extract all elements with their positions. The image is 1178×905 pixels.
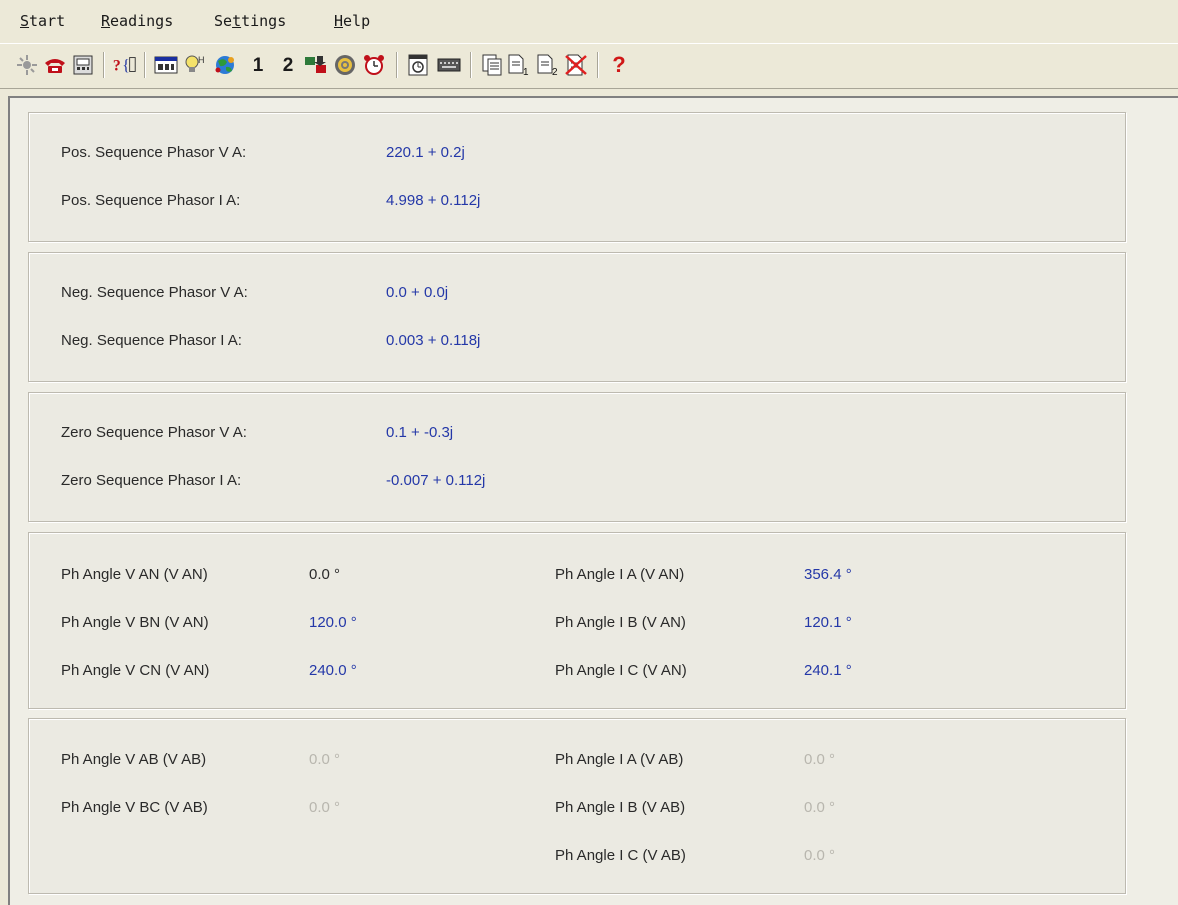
angle-v-bc-value: 0.0 ° <box>309 799 341 816</box>
menu-settings-label-a: Se <box>214 12 233 30</box>
svg-text:2: 2 <box>552 67 558 77</box>
toolbar-separator <box>470 52 472 78</box>
toolbar-separator <box>103 52 105 78</box>
toolbar-separator <box>597 52 599 78</box>
menu-settings[interactable]: Settings <box>214 12 286 30</box>
svg-text:H: H <box>198 55 205 65</box>
pos-seq-v-label: Pos. Sequence Phasor V A: <box>61 144 247 161</box>
angle-v-bc-label: Ph Angle V BC (V AB) <box>61 799 208 816</box>
menu-start[interactable]: Start <box>20 12 65 30</box>
angle-i-b-label: Ph Angle I B (V AN) <box>555 614 686 631</box>
help-icon-glyph: ? <box>612 52 626 77</box>
pos-seq-i-label: Pos. Sequence Phasor I A: <box>61 192 241 209</box>
angle-v-an-value: 0.0 ° <box>309 566 341 583</box>
menu-bar: Start Readings Settings Help <box>0 0 1178 40</box>
connect-icon[interactable] <box>14 52 40 78</box>
svg-text:1: 1 <box>523 67 529 77</box>
lightbulb-icon[interactable]: H <box>182 52 208 78</box>
zero-seq-i-label: Zero Sequence Phasor I A: <box>61 472 242 489</box>
menu-readings-mnemonic: R <box>101 12 111 30</box>
svg-text:?: ? <box>113 58 121 75</box>
neg-seq-i-value: 0.003 + 0.118j <box>386 332 481 349</box>
angle-i-c-value: 240.1 ° <box>804 662 852 679</box>
angle-v-cn-value: 240.0 ° <box>309 662 357 679</box>
readings-panel: Pos. Sequence Phasor V A: 220.1 + 0.2j P… <box>8 96 1178 905</box>
phase-angle-van-group: Ph Angle V AN (V AN) 0.0 ° Ph Angle I A … <box>28 532 1126 709</box>
menu-start-mnemonic: S <box>20 12 30 30</box>
number-1-icon[interactable]: 1 <box>245 52 271 78</box>
delete-icon[interactable] <box>563 52 589 78</box>
menu-help-mnemonic: H <box>334 12 344 30</box>
transfer-icon[interactable] <box>303 52 329 78</box>
zero-seq-v-label: Zero Sequence Phasor V A: <box>61 424 247 441</box>
neg-seq-v-label: Neg. Sequence Phasor V A: <box>61 284 248 301</box>
copy-icon[interactable] <box>479 52 505 78</box>
menu-settings-mnemonic: t <box>232 12 242 30</box>
angle-i-a-label: Ph Angle I A (V AN) <box>555 566 685 583</box>
angle-i-b-vab-value: 0.0 ° <box>804 799 836 816</box>
doc2-icon[interactable]: 2 <box>535 52 561 78</box>
target-icon[interactable] <box>332 52 358 78</box>
number-2-label: 2 <box>282 54 294 76</box>
display-icon[interactable] <box>153 52 179 78</box>
number-1-label: 1 <box>252 54 264 76</box>
phone-icon[interactable] <box>42 52 68 78</box>
angle-v-bn-label: Ph Angle V BN (V AN) <box>61 614 209 631</box>
toolbar-separator <box>144 52 146 78</box>
neg-sequence-group: Neg. Sequence Phasor V A: 0.0 + 0.0j Neg… <box>28 252 1126 382</box>
alarm-icon[interactable] <box>361 52 387 78</box>
angle-i-a-vab-value: 0.0 ° <box>804 751 836 768</box>
timer-icon[interactable] <box>405 52 431 78</box>
angle-v-cn-label: Ph Angle V CN (V AN) <box>61 662 210 679</box>
angle-v-an-label: Ph Angle V AN (V AN) <box>61 566 208 583</box>
angle-v-ab-label: Ph Angle V AB (V AB) <box>61 751 207 768</box>
pos-seq-v-value: 220.1 + 0.2j <box>386 144 465 161</box>
doc1-icon[interactable]: 1 <box>506 52 532 78</box>
toolbar: ?{ H 1 2 1 2 ? <box>0 43 1178 89</box>
angle-i-b-vab-label: Ph Angle I B (V AB) <box>555 799 686 816</box>
angle-i-c-vab-label: Ph Angle I C (V AB) <box>555 847 686 864</box>
menu-help-label: elp <box>343 12 371 30</box>
menu-readings[interactable]: Readings <box>101 12 173 30</box>
globe-icon[interactable] <box>212 52 238 78</box>
zero-sequence-group: Zero Sequence Phasor V A: 0.1 + -0.3j Ze… <box>28 392 1126 522</box>
device-icon[interactable] <box>70 52 96 78</box>
angle-i-a-vab-label: Ph Angle I A (V AB) <box>555 751 684 768</box>
menu-settings-label-b: tings <box>241 12 287 30</box>
phase-angle-vab-group: Ph Angle V AB (V AB) 0.0 ° Ph Angle V BC… <box>28 718 1126 894</box>
angle-i-b-value: 120.1 ° <box>804 614 852 631</box>
keyboard-icon[interactable] <box>436 52 462 78</box>
angle-i-a-value: 356.4 ° <box>804 566 852 583</box>
query-icon[interactable]: ?{ <box>112 52 138 78</box>
toolbar-separator <box>396 52 398 78</box>
angle-v-bn-value: 120.0 ° <box>309 614 357 631</box>
menu-start-label: tart <box>29 12 66 30</box>
angle-i-c-vab-value: 0.0 ° <box>804 847 836 864</box>
number-2-icon[interactable]: 2 <box>275 52 301 78</box>
angle-v-ab-value: 0.0 ° <box>309 751 341 768</box>
pos-seq-i-value: 4.998 + 0.112j <box>386 192 481 209</box>
menu-readings-label: eadings <box>110 12 174 30</box>
menu-help[interactable]: Help <box>334 12 370 30</box>
zero-seq-i-value: -0.007 + 0.112j <box>386 472 486 489</box>
zero-seq-v-value: 0.1 + -0.3j <box>386 424 454 441</box>
neg-seq-i-label: Neg. Sequence Phasor I A: <box>61 332 242 349</box>
angle-i-c-label: Ph Angle I C (V AN) <box>555 662 687 679</box>
neg-seq-v-value: 0.0 + 0.0j <box>386 284 449 301</box>
pos-sequence-group: Pos. Sequence Phasor V A: 220.1 + 0.2j P… <box>28 112 1126 242</box>
svg-text:{: { <box>122 58 130 75</box>
help-icon[interactable]: ? <box>606 52 632 78</box>
